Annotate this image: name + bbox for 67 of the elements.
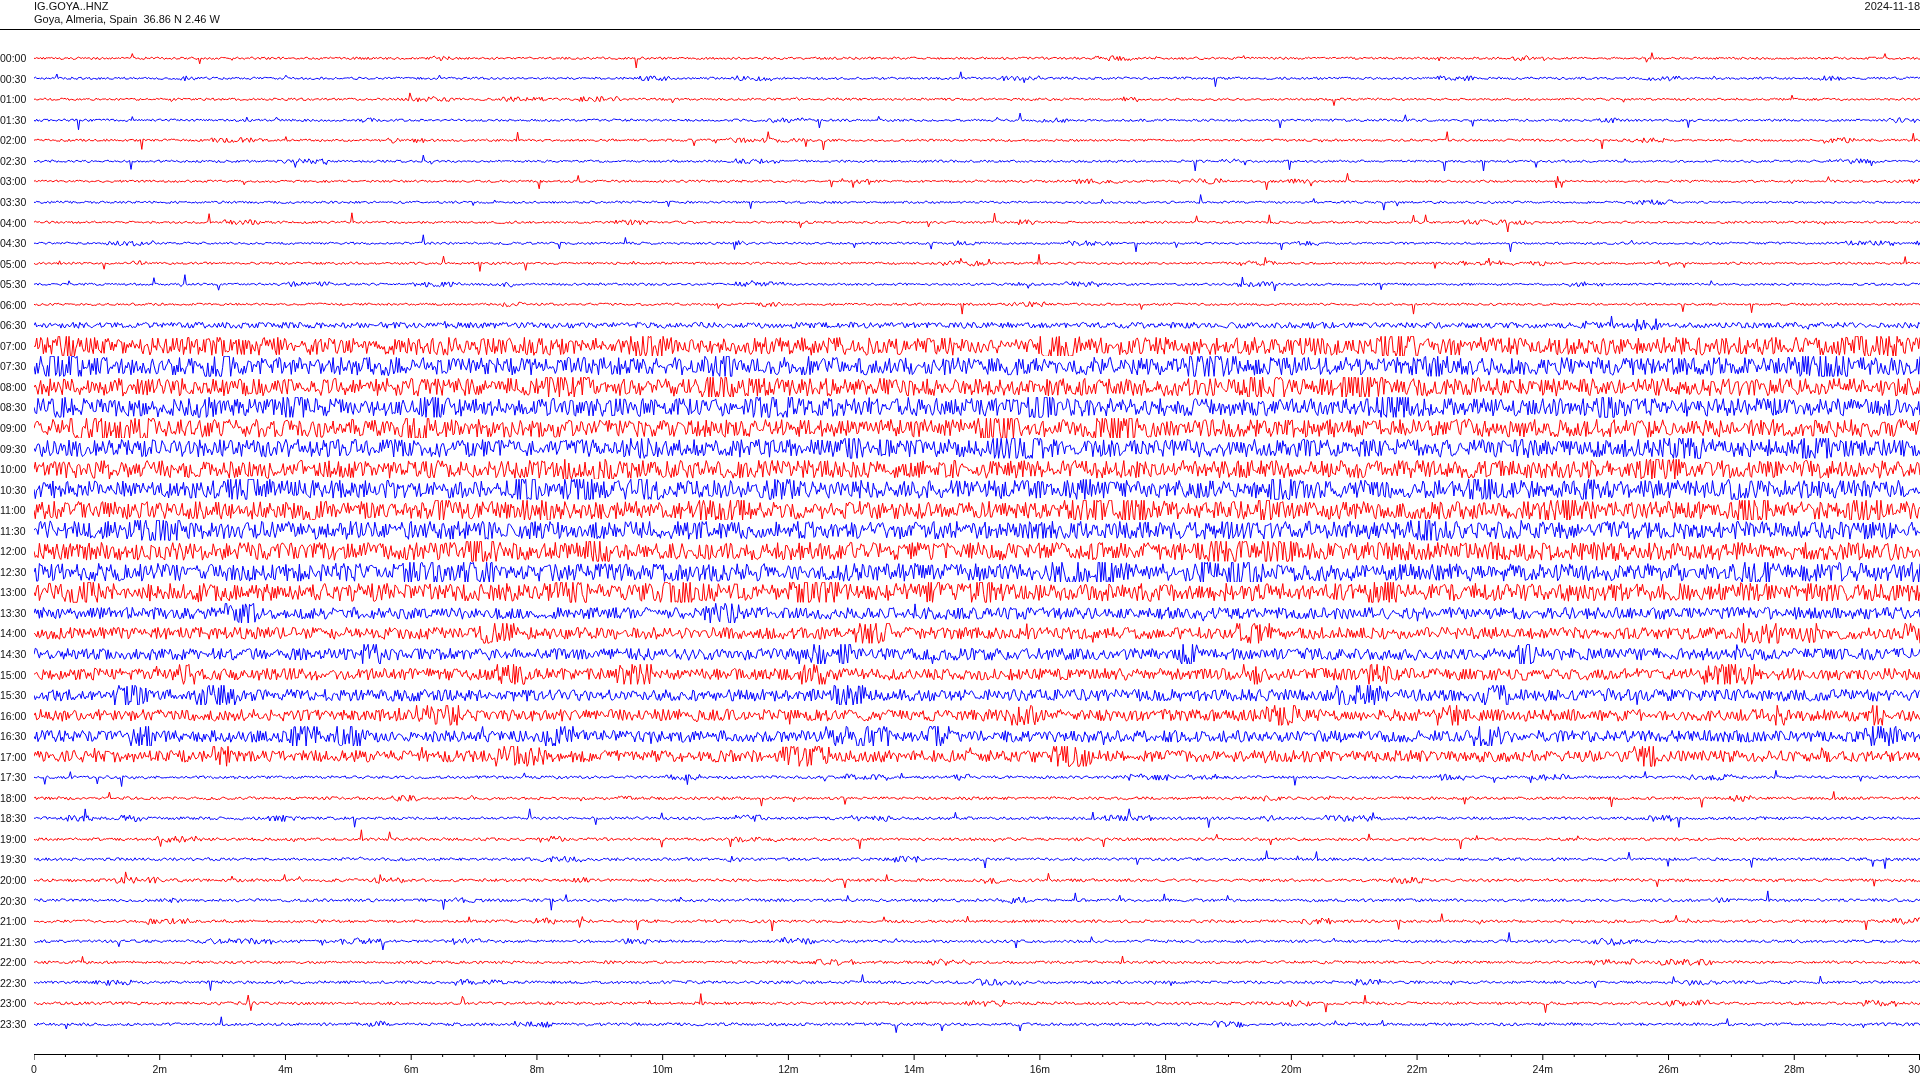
time-label: 12:00: [0, 545, 28, 558]
time-label: 02:00: [0, 134, 28, 147]
time-label: 19:30: [0, 853, 28, 866]
axis-label: 24m: [1532, 1063, 1553, 1076]
axis-label: 12m: [778, 1063, 799, 1076]
time-label: 15:30: [0, 689, 28, 702]
time-label: 04:30: [0, 237, 28, 250]
time-label: 08:30: [0, 401, 28, 414]
time-label: 11:00: [0, 504, 27, 517]
time-label: 03:00: [0, 175, 28, 188]
time-label: 00:30: [0, 72, 28, 85]
axis-label: 20m: [1281, 1063, 1302, 1076]
time-label: 04:00: [0, 216, 28, 229]
time-label: 21:30: [0, 935, 28, 948]
axis-label: 6m: [403, 1063, 419, 1076]
time-label: 08:00: [0, 380, 28, 393]
time-label: 14:00: [0, 627, 28, 640]
time-label: 23:00: [0, 997, 28, 1010]
time-label: 23:30: [0, 1017, 28, 1030]
time-label: 14:30: [0, 648, 28, 660]
time-label: 01:30: [0, 113, 28, 126]
time-label: 06:30: [0, 319, 28, 332]
time-label: 18:00: [0, 791, 28, 804]
time-label: 07:00: [0, 339, 28, 352]
axis-label: 0: [31, 1063, 37, 1076]
time-label: 07:30: [0, 360, 28, 373]
time-label: 22:00: [0, 956, 28, 969]
time-label: 06:00: [0, 298, 28, 311]
time-label: 10:00: [0, 463, 28, 476]
time-label: 15:00: [0, 668, 28, 681]
axis-label: 22m: [1406, 1063, 1428, 1076]
time-label: 10:30: [0, 483, 28, 496]
axis-label: 18m: [1155, 1063, 1176, 1076]
time-label: 05:00: [0, 257, 28, 270]
time-label: 22:30: [0, 976, 28, 989]
time-label: 01:00: [0, 93, 28, 106]
time-label: 02:30: [0, 154, 28, 167]
axis-label: 4m: [278, 1063, 293, 1076]
time-label: 13:30: [0, 606, 28, 619]
axis-label: 16m: [1029, 1063, 1051, 1076]
axis-label: 28m: [1784, 1063, 1805, 1076]
time-label: 16:00: [0, 709, 28, 722]
time-label: 18:30: [0, 812, 28, 825]
time-label: 00:00: [0, 52, 28, 65]
time-label: 21:00: [0, 915, 28, 928]
time-label: 11:30: [0, 524, 27, 537]
time-label: 20:30: [0, 894, 28, 907]
axis-label: 14m: [903, 1063, 925, 1076]
axis-label: 10m: [652, 1063, 673, 1076]
axis-label: 30: [1908, 1063, 1920, 1076]
axis-label: 26m: [1658, 1063, 1679, 1076]
time-label: 17:30: [0, 771, 28, 784]
date-label: 2024-11-18: [1864, 0, 1920, 14]
time-label: 16:30: [0, 730, 28, 743]
time-label: 12:30: [0, 565, 28, 578]
time-label: 17:00: [0, 750, 28, 763]
axis-label: 8m: [529, 1063, 545, 1076]
time-label: 09:30: [0, 442, 28, 455]
time-label: 05:30: [0, 278, 28, 291]
station-code: IG.GOYA..HNZ: [34, 0, 110, 13]
time-label: 03:30: [0, 195, 28, 208]
time-label: 20:00: [0, 874, 28, 886]
station-location: Goya, Almeria, Spain 36.86 N 2.46 W: [34, 13, 220, 26]
time-label: 09:00: [0, 422, 28, 434]
time-label: 13:00: [0, 586, 28, 599]
time-label: 19:00: [0, 832, 28, 845]
axis-label: 2m: [152, 1063, 167, 1076]
